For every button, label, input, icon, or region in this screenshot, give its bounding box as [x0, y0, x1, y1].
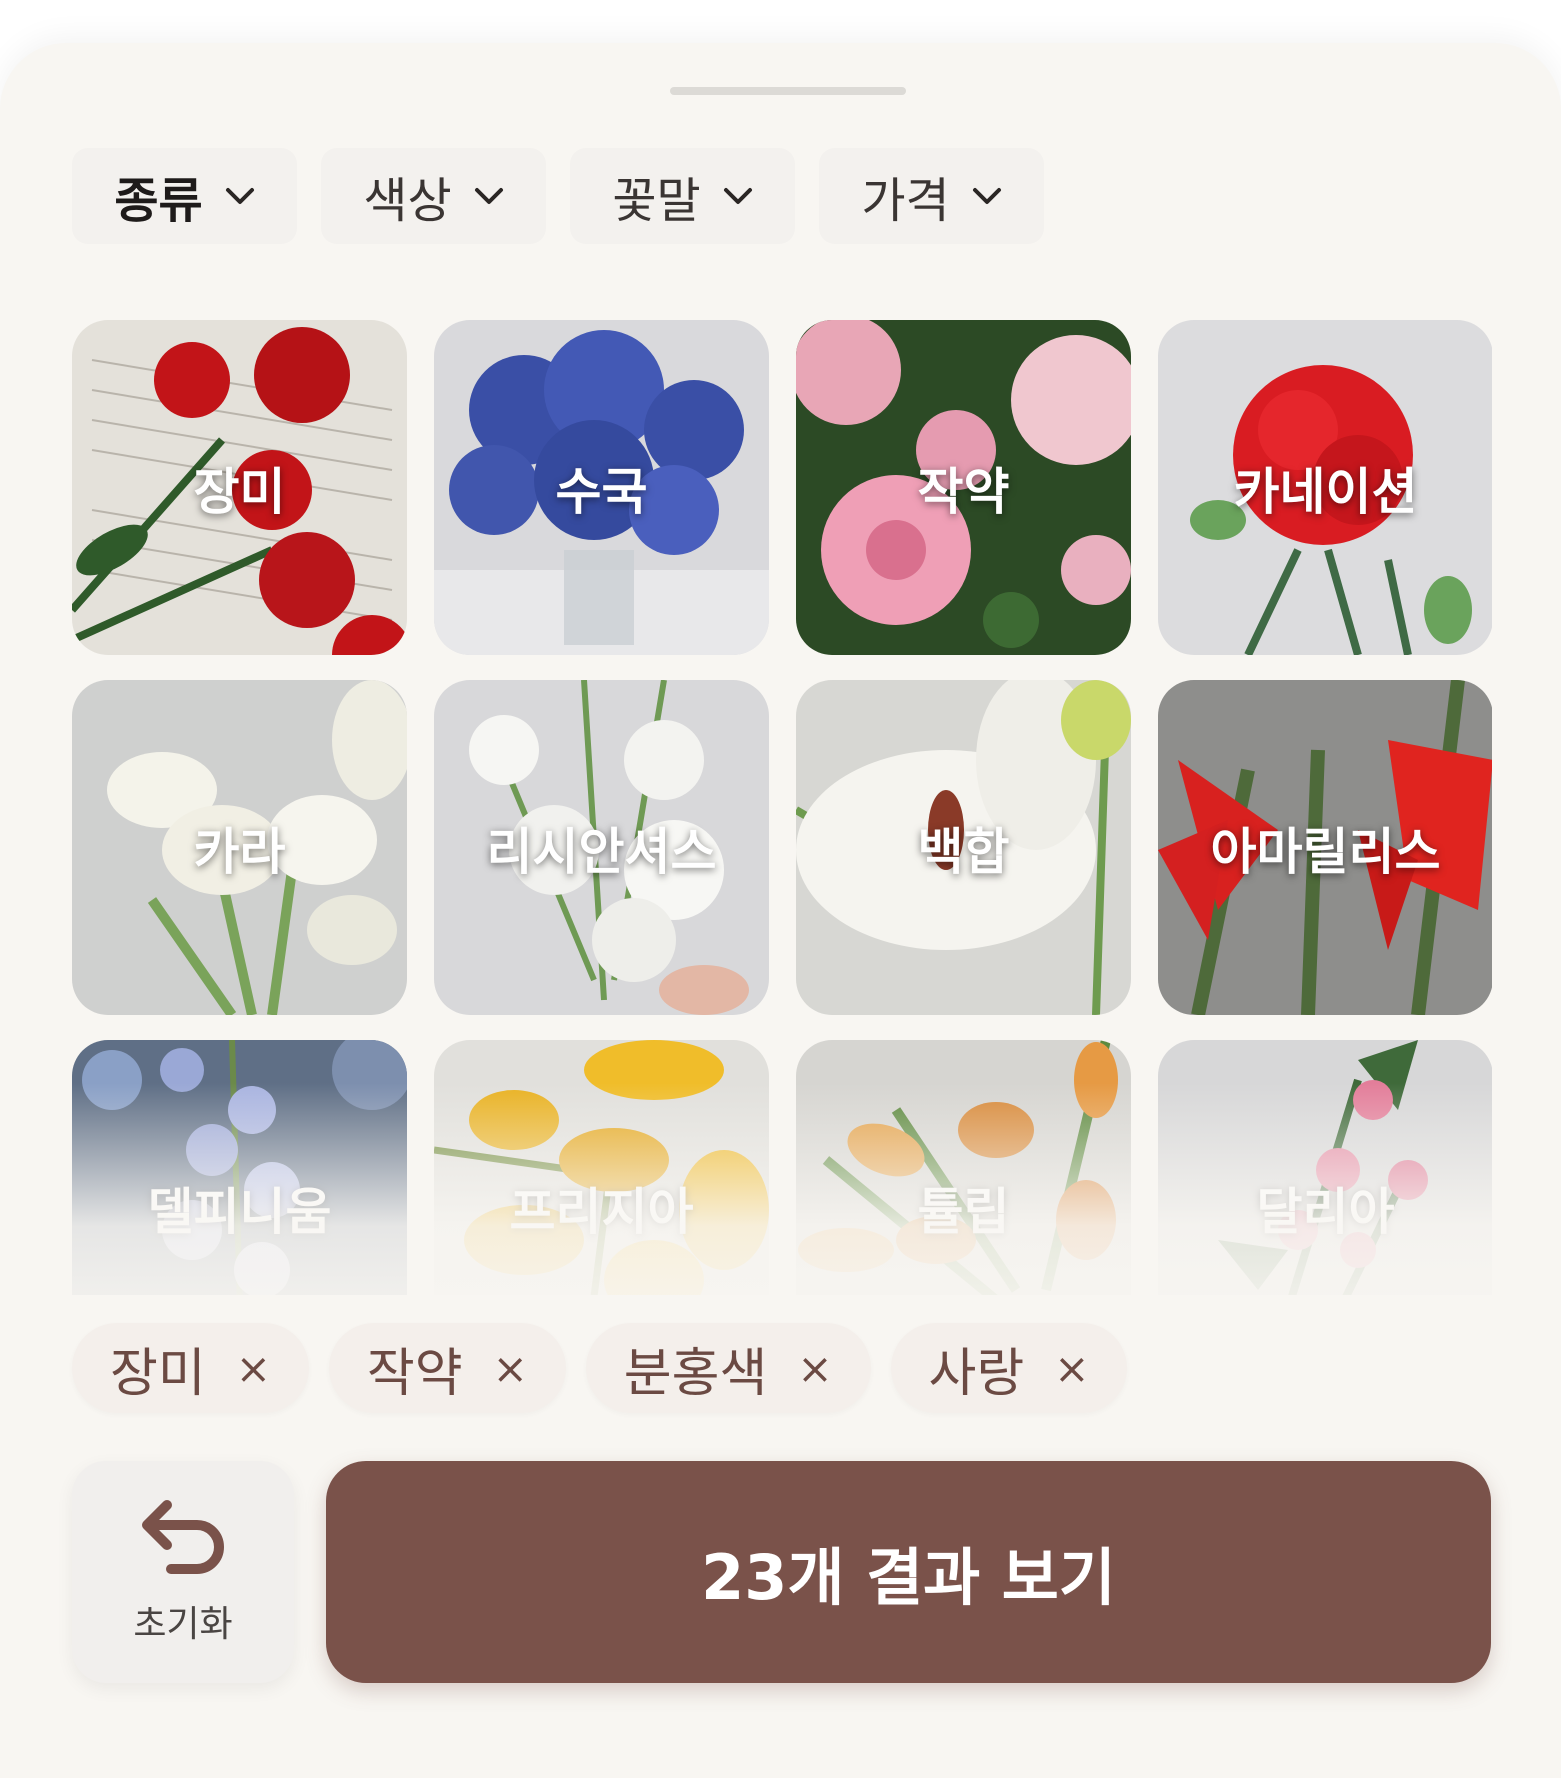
- flower-name: 장미: [193, 462, 286, 521]
- flower-name: 아마릴리스: [1210, 822, 1441, 881]
- filter-type-label: 종류: [114, 173, 203, 229]
- flower-grid-scroll[interactable]: 장미 수국 작약 카네이션 카라 리시안셔스 백합 아마릴리스 델피니움 프리지…: [72, 320, 1492, 1295]
- flower-tile-lily[interactable]: 백합: [796, 680, 1131, 1015]
- flower-name: 백합: [917, 822, 1010, 881]
- view-results-label: 23개 결과 보기: [701, 1541, 1116, 1614]
- dahlia-photo: [1158, 1040, 1492, 1295]
- filter-type-dropdown[interactable]: 종류: [72, 148, 297, 244]
- chevron-down-icon: [723, 188, 752, 204]
- flower-name: 카네이션: [1233, 462, 1418, 521]
- close-icon[interactable]: ×: [493, 1344, 528, 1393]
- filter-bottom-sheet: 종류 색상 꽃말 가격 장미 수국 작약 카네이션 카라 리시안셔스 백합 아마…: [0, 43, 1561, 1778]
- tulip-photo: [796, 1040, 1131, 1295]
- sheet-grabber-handle[interactable]: [670, 87, 906, 95]
- delphinium-photo: [72, 1040, 407, 1295]
- chevron-down-icon: [474, 188, 503, 204]
- flower-name: 작약: [917, 462, 1010, 521]
- selected-filter-chips: 장미 × 작약 × 분홍색 × 사랑 ×: [72, 1323, 1128, 1413]
- selected-chip: 장미 ×: [72, 1323, 309, 1413]
- flower-tile-carnation[interactable]: 카네이션: [1158, 320, 1492, 655]
- filter-price-dropdown[interactable]: 가격: [819, 148, 1044, 244]
- reset-button[interactable]: 초기화: [72, 1461, 294, 1683]
- selected-chip: 작약 ×: [328, 1323, 566, 1413]
- flower-name: 튤립: [917, 1182, 1010, 1241]
- reset-label: 초기화: [133, 1604, 233, 1645]
- chip-label: 장미: [110, 1343, 206, 1404]
- flower-name: 수국: [555, 462, 648, 521]
- flower-tile-dahlia[interactable]: 달리아: [1158, 1040, 1492, 1295]
- chevron-down-icon: [225, 188, 254, 204]
- flower-tile-hydrangea[interactable]: 수국: [434, 320, 769, 655]
- flower-name: 프리지아: [509, 1182, 694, 1241]
- flower-tile-rose[interactable]: 장미: [72, 320, 407, 655]
- flower-grid: 장미 수국 작약 카네이션 카라 리시안셔스 백합 아마릴리스 델피니움 프리지…: [72, 320, 1492, 1295]
- flower-tile-tulip[interactable]: 튤립: [796, 1040, 1131, 1295]
- undo-icon: [142, 1500, 224, 1574]
- flower-tile-freesia[interactable]: 프리지아: [434, 1040, 769, 1295]
- flower-tile-lisianthus[interactable]: 리시안셔스: [434, 680, 769, 1015]
- selected-chip: 분홍색 ×: [585, 1323, 871, 1413]
- selected-chip: 사랑 ×: [890, 1323, 1128, 1413]
- flower-name: 달리아: [1256, 1182, 1395, 1241]
- freesia-photo: [434, 1040, 769, 1295]
- flower-name: 리시안셔스: [486, 822, 717, 881]
- filter-price-label: 가격: [861, 173, 950, 229]
- chip-label: 분홍색: [623, 1343, 768, 1404]
- flower-name: 델피니움: [147, 1182, 332, 1241]
- close-icon[interactable]: ×: [797, 1344, 832, 1393]
- filter-tabs: 종류 색상 꽃말 가격: [72, 148, 1044, 244]
- close-icon[interactable]: ×: [1054, 1344, 1089, 1393]
- chevron-down-icon: [972, 188, 1001, 204]
- flower-tile-peony[interactable]: 작약: [796, 320, 1131, 655]
- filter-color-label: 색상: [363, 173, 452, 229]
- filter-meaning-dropdown[interactable]: 꽃말: [570, 148, 795, 244]
- filter-color-dropdown[interactable]: 색상: [321, 148, 546, 244]
- flower-tile-calla[interactable]: 카라: [72, 680, 407, 1015]
- flower-name: 카라: [193, 822, 286, 881]
- chip-label: 사랑: [928, 1343, 1025, 1404]
- filter-meaning-label: 꽃말: [612, 173, 701, 229]
- flower-tile-delphinium[interactable]: 델피니움: [72, 1040, 407, 1295]
- close-icon[interactable]: ×: [236, 1344, 271, 1393]
- chip-label: 작약: [366, 1343, 463, 1404]
- flower-tile-amaryllis[interactable]: 아마릴리스: [1158, 680, 1492, 1015]
- view-results-button[interactable]: 23개 결과 보기: [326, 1461, 1491, 1683]
